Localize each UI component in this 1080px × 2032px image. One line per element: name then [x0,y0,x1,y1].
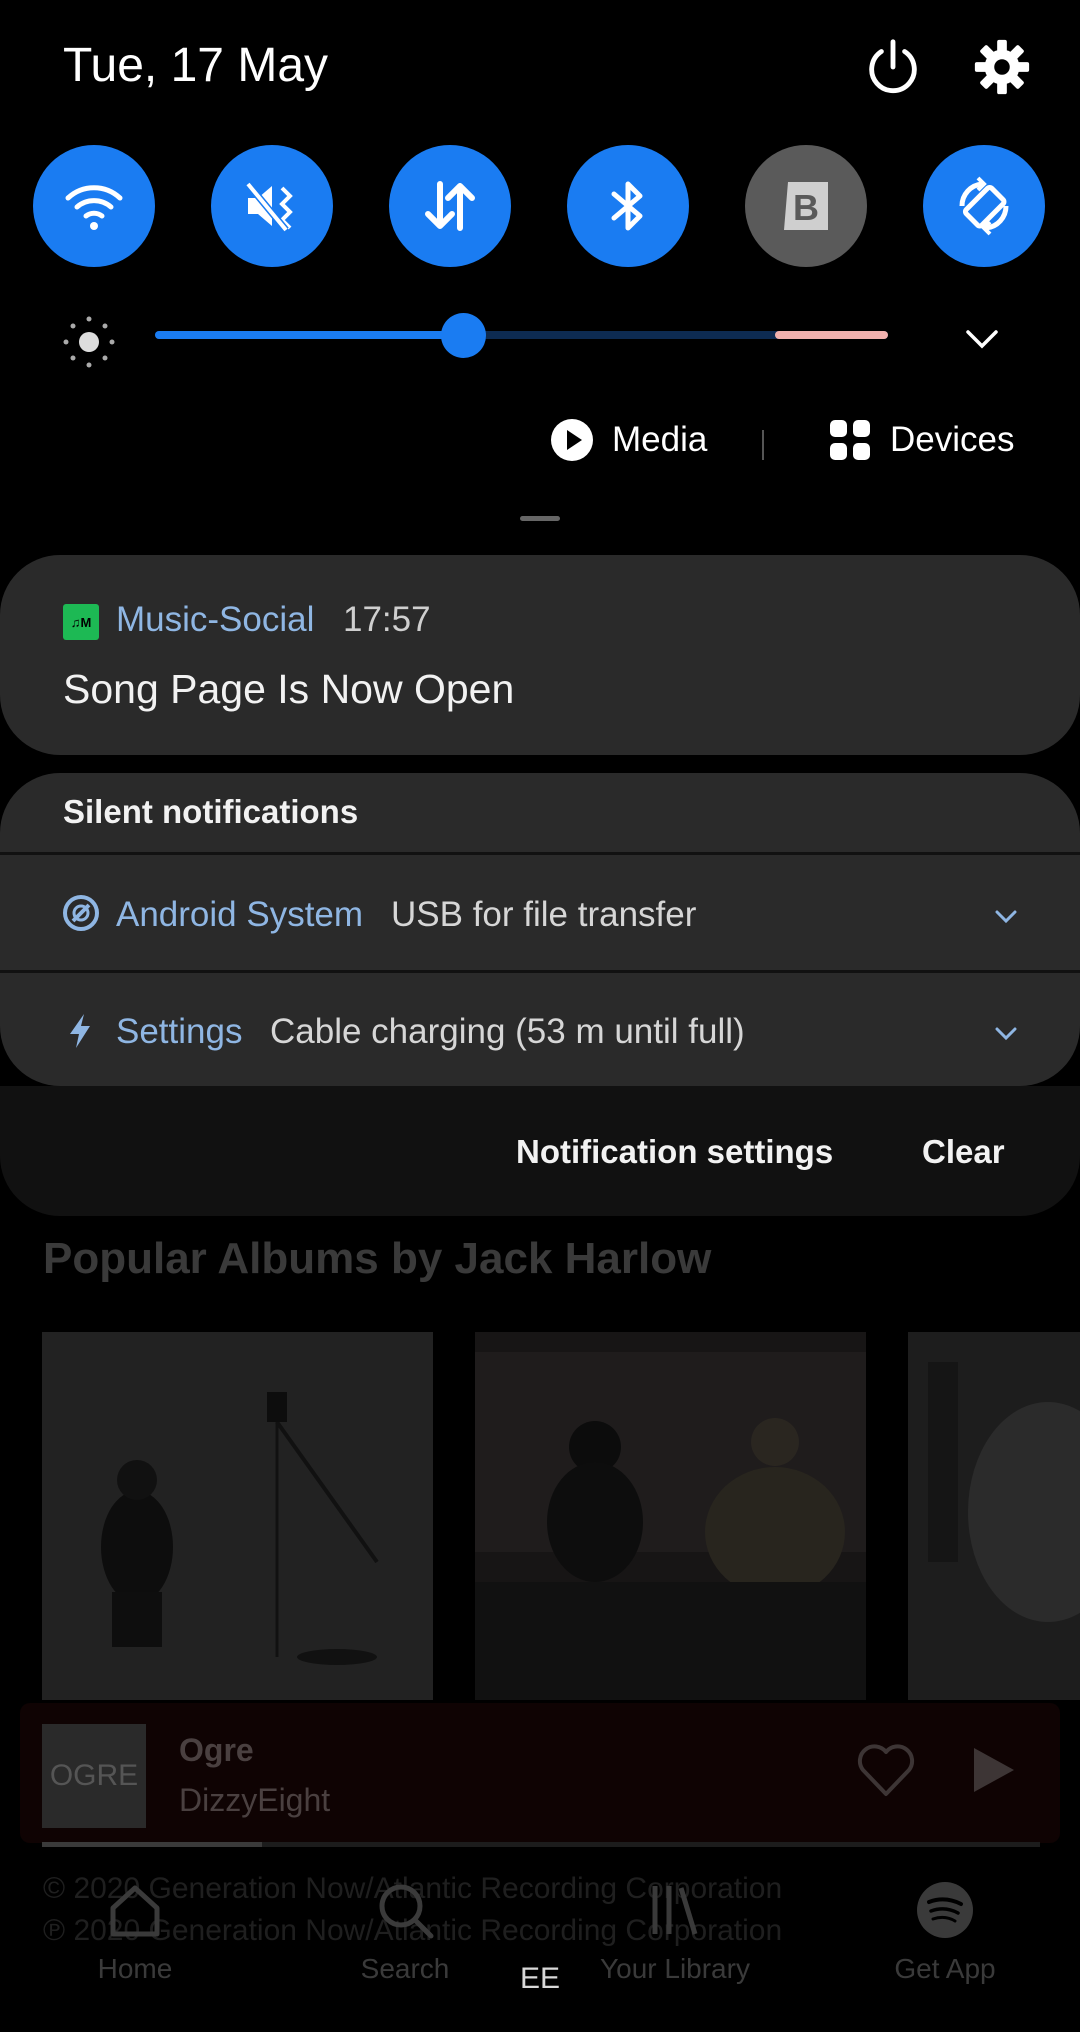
panel-handle[interactable] [520,516,560,521]
nav-home[interactable]: Home [35,1880,235,1985]
auto-rotate-toggle[interactable] [923,145,1045,267]
chevron-down-icon[interactable] [962,318,1002,358]
spotify-icon [917,1882,973,1938]
album-art-image [42,1332,433,1700]
media-button[interactable]: Media [550,418,707,462]
album-cover[interactable] [42,1332,433,1700]
chevron-down-icon[interactable] [991,1018,1021,1048]
silent-row-app: Android System [116,895,364,934]
song-title: Ogre [179,1732,254,1768]
nav-label: Get App [894,1953,996,1984]
play-icon[interactable] [968,1744,1018,1796]
bluetooth-toggle[interactable] [567,145,689,267]
album-art-image [475,1332,866,1700]
vibrate-icon [245,181,293,233]
heart-icon[interactable] [855,1740,917,1798]
b-icon: B [784,182,828,230]
devices-grid-icon [830,420,870,460]
album-cover[interactable] [475,1332,866,1700]
brightness-icon [63,316,115,368]
silent-row-app: Settings [116,1012,243,1051]
devices-button[interactable]: Devices [828,418,1014,462]
mobile-data-toggle[interactable] [389,145,511,267]
search-icon [379,1884,434,1939]
library-icon [652,1886,698,1935]
silent-row-text: USB for file transfer [391,895,697,934]
clear-button[interactable]: Clear [922,1133,1005,1171]
album-art-image [908,1332,1080,1700]
sound-mode-toggle[interactable] [211,145,333,267]
power-icon[interactable] [862,36,924,98]
data-arrows-icon [425,181,475,231]
bixby-routines-toggle[interactable]: B [745,145,867,267]
nav-get-app[interactable]: Get App [845,1880,1045,1985]
now-playing-art: OGRE [42,1724,146,1828]
home-icon [110,1885,160,1937]
media-label: Media [612,420,708,459]
wifi-toggle[interactable] [33,145,155,267]
brightness-high-zone [775,331,888,339]
svg-text:B: B [793,187,819,228]
nav-label: Search [360,1953,450,1984]
bluetooth-icon [611,181,643,231]
notification-title: Song Page Is Now Open [63,666,515,712]
notification-settings-button[interactable]: Notification settings [516,1133,833,1171]
carrier-label: EE [520,1962,561,1995]
nav-label: Home [97,1953,173,1984]
gear-icon[interactable] [971,36,1033,98]
devices-label: Devices [890,420,1015,459]
brightness-slider-thumb[interactable] [441,313,486,358]
divider [762,430,764,460]
play-circle-icon [551,419,593,461]
section-title: Popular Albums by Jack Harlow [43,1234,712,1283]
album-cover[interactable] [908,1332,1080,1700]
android-system-icon [63,895,99,931]
silent-row-text: Cable charging (53 m until full) [270,1012,745,1051]
rotate-icon [959,176,1009,236]
playback-progress-fill [42,1842,262,1847]
date-label: Tue, 17 May [63,39,329,92]
music-notification-card[interactable] [0,555,1080,755]
song-artist: DizzyEight [179,1782,331,1818]
notification-app-name: Music-Social [116,600,315,639]
chevron-down-icon[interactable] [991,901,1021,931]
silent-notifications-header: Silent notifications [63,793,359,830]
music-social-app-icon: ♫M [63,604,99,640]
nav-search[interactable]: Search [305,1880,505,1985]
nav-your-library[interactable]: Your Library [575,1880,775,1985]
wifi-icon [65,185,123,230]
bolt-icon [70,1014,90,1048]
nav-label: Your Library [600,1953,750,1984]
notification-time: 17:57 [343,600,431,639]
brightness-slider-fill [155,331,463,339]
